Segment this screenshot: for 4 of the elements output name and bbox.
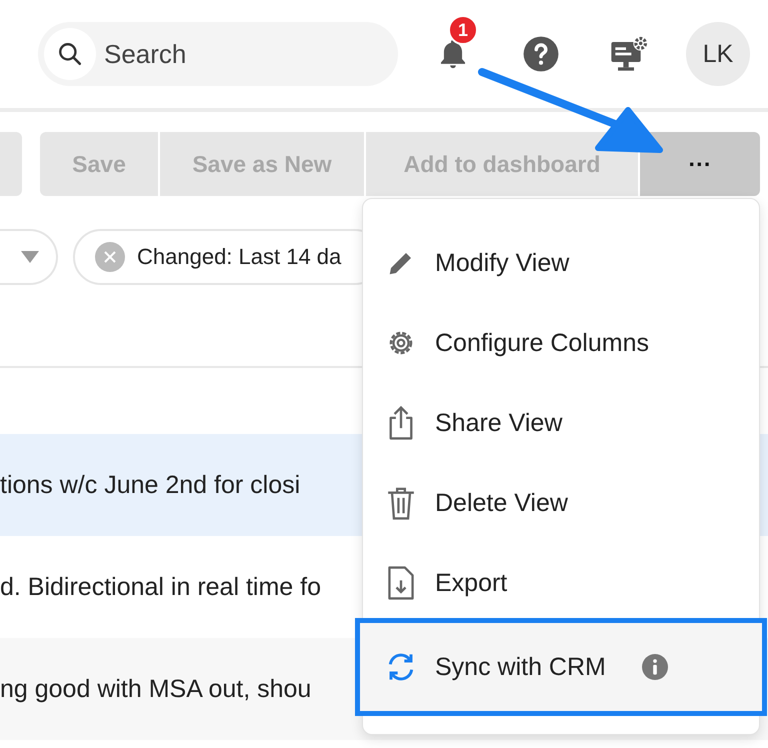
table-cell: tions w/c June 2nd for closi	[0, 470, 300, 500]
notification-badge: 1	[448, 15, 478, 45]
filter-label: Changed: Last 14 da	[137, 244, 342, 270]
table-cell: ng good with MSA out, shou	[0, 674, 312, 704]
